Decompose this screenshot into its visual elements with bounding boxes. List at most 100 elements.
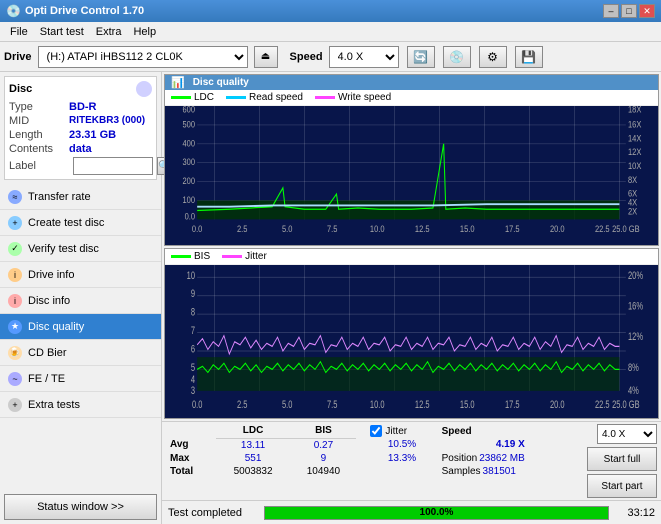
status-window-button[interactable]: Status window >>: [4, 494, 157, 520]
samples-value: 381501: [483, 466, 516, 477]
svg-text:7.5: 7.5: [327, 398, 337, 410]
drive-info-icon: i: [8, 268, 22, 282]
avg-label: Avg: [166, 438, 216, 452]
position-value: 23862 MB: [479, 453, 525, 464]
svg-text:5.0: 5.0: [282, 398, 292, 410]
svg-text:2.5: 2.5: [237, 398, 247, 410]
stats-and-buttons: LDC BIS Jitter Speed: [166, 424, 657, 498]
svg-text:8: 8: [191, 306, 195, 318]
svg-text:0.0: 0.0: [192, 224, 203, 234]
nav-drive-info[interactable]: i Drive info: [0, 262, 161, 288]
svg-text:25.0 GB: 25.0 GB: [612, 224, 640, 234]
chart-disc-quality: 📊 Disc quality LDC Read speed Write spee…: [164, 74, 659, 246]
label-input[interactable]: [73, 157, 153, 175]
stats-empty-cell: [166, 424, 216, 438]
position-row: Position 23862 MB: [442, 453, 579, 464]
nav-disc-quality[interactable]: ★ Disc quality: [0, 314, 161, 340]
svg-text:20.0: 20.0: [550, 224, 565, 234]
bottom-stats: LDC BIS Jitter Speed: [162, 421, 661, 500]
nav-fe-te[interactable]: ~ FE / TE: [0, 366, 161, 392]
stats-table: LDC BIS Jitter Speed: [166, 424, 583, 478]
start-full-button[interactable]: Start full: [587, 447, 657, 471]
disc-label-label: Label: [9, 160, 69, 172]
menu-start-test[interactable]: Start test: [34, 24, 90, 40]
drive-select[interactable]: (H:) ATAPI iHBS112 2 CL0K: [38, 46, 248, 68]
save-button[interactable]: 💾: [515, 46, 543, 68]
nav-transfer-rate-label: Transfer rate: [28, 191, 91, 203]
legend-read-speed: Read speed: [226, 92, 303, 103]
avg-jitter: 10.5%: [366, 438, 437, 452]
svg-text:12.5: 12.5: [415, 224, 430, 234]
svg-text:8X: 8X: [628, 175, 638, 185]
svg-text:17.5: 17.5: [505, 398, 520, 410]
svg-text:14X: 14X: [628, 134, 642, 144]
nav-verify-test-disc[interactable]: ✓ Verify test disc: [0, 236, 161, 262]
svg-text:2.5: 2.5: [237, 224, 248, 234]
svg-text:3: 3: [191, 384, 195, 396]
disc-type-row: Type BD-R: [9, 101, 152, 113]
svg-text:6: 6: [191, 343, 195, 355]
nav-disc-quality-label: Disc quality: [28, 321, 84, 333]
nav-transfer-rate[interactable]: ≈ Transfer rate: [0, 184, 161, 210]
bottom-bar: Test completed 100.0% 33:12: [162, 500, 661, 524]
read-speed-color: [226, 96, 246, 99]
nav-cd-bier[interactable]: 🍺 CD Bier: [0, 340, 161, 366]
svg-text:22.5: 22.5: [595, 224, 610, 234]
nav-disc-info[interactable]: i Disc info: [0, 288, 161, 314]
minimize-button[interactable]: –: [603, 4, 619, 18]
chart-quality-title: Disc quality: [193, 77, 249, 88]
stats-speed-header-cell: Speed: [438, 424, 583, 438]
disc-icon: [136, 81, 152, 97]
svg-text:500: 500: [183, 120, 196, 130]
create-test-disc-icon: +: [8, 216, 22, 230]
nav-create-test-disc[interactable]: + Create test disc: [0, 210, 161, 236]
avg-ldc: 13.11: [216, 438, 291, 452]
chart-title-bar: 📊 Disc quality: [165, 75, 658, 90]
disc-length-row: Length 23.31 GB: [9, 129, 152, 141]
settings-button[interactable]: ⚙: [479, 46, 507, 68]
menu-file[interactable]: File: [4, 24, 34, 40]
maximize-button[interactable]: □: [621, 4, 637, 18]
start-part-button[interactable]: Start part: [587, 474, 657, 498]
stats-header-row: LDC BIS Jitter Speed: [166, 424, 583, 438]
avg-spacer: [356, 438, 366, 452]
total-bis: 104940: [290, 465, 356, 478]
write-speed-color: [315, 96, 335, 99]
test-speed-select[interactable]: 4.0 X: [597, 424, 657, 444]
cd-bier-icon: 🍺: [8, 346, 22, 360]
legend-ldc: LDC: [171, 92, 214, 103]
nav-extra-tests[interactable]: + Extra tests: [0, 392, 161, 418]
svg-text:10: 10: [187, 269, 195, 281]
menu-extra[interactable]: Extra: [90, 24, 128, 40]
ldc-color: [171, 96, 191, 99]
speed-label: Speed: [290, 51, 323, 63]
jitter-checkbox[interactable]: [370, 425, 382, 437]
close-button[interactable]: ✕: [639, 4, 655, 18]
svg-text:5: 5: [191, 361, 195, 373]
speed-select[interactable]: 4.0 X: [329, 46, 399, 68]
refresh-button[interactable]: 🔄: [407, 46, 435, 68]
svg-text:600: 600: [183, 106, 196, 114]
menu-help[interactable]: Help: [127, 24, 162, 40]
svg-text:4%: 4%: [628, 384, 639, 396]
svg-text:22.5: 22.5: [595, 398, 610, 410]
title-bar-left: 💿 Opti Drive Control 1.70: [6, 4, 144, 18]
eject-button[interactable]: ⏏: [254, 46, 278, 68]
svg-text:17.5: 17.5: [505, 224, 520, 234]
sidebar-nav: ≈ Transfer rate + Create test disc ✓ Ver…: [0, 184, 161, 490]
legend-read-speed-label: Read speed: [249, 92, 303, 103]
disc-button[interactable]: 💿: [443, 46, 471, 68]
svg-text:8%: 8%: [628, 361, 639, 373]
disc-mid-row: MID RITEKBR3 (000): [9, 115, 152, 127]
main-area: Disc Type BD-R MID RITEKBR3 (000) Length…: [0, 72, 661, 524]
disc-length-label: Length: [9, 129, 69, 141]
stats-spacer: [356, 424, 366, 438]
svg-text:15.0: 15.0: [460, 224, 475, 234]
disc-label-row: Label 🔍: [9, 157, 152, 175]
svg-text:200: 200: [183, 177, 196, 187]
svg-text:2X: 2X: [628, 207, 638, 217]
title-bar: 💿 Opti Drive Control 1.70 – □ ✕: [0, 0, 661, 22]
svg-text:7: 7: [191, 324, 195, 336]
chart-quality-legend: LDC Read speed Write speed: [165, 90, 658, 106]
speed-header: Speed: [442, 426, 579, 437]
